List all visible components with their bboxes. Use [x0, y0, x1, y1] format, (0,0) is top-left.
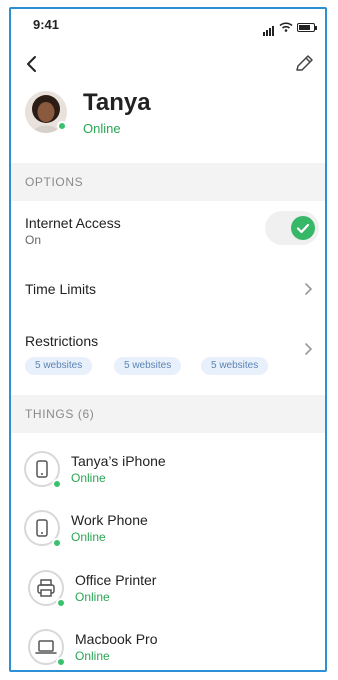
device-name: Macbook Pro	[75, 631, 158, 647]
time-limits-label: Time Limits	[25, 281, 97, 297]
profile-status: Online	[83, 121, 121, 136]
device-online-indicator	[56, 657, 66, 667]
device-online-indicator	[52, 479, 62, 489]
toggle-knob	[291, 216, 315, 240]
device-status: Online	[71, 471, 106, 485]
device-status: Online	[71, 530, 106, 544]
things-section-header: THINGS (6)	[11, 395, 325, 433]
device-status: Online	[75, 590, 110, 604]
battery-icon	[297, 22, 317, 32]
status-icons	[263, 18, 317, 36]
internet-access-toggle[interactable]	[265, 211, 319, 245]
device-name: Office Printer	[75, 572, 157, 588]
restriction-pill[interactable]: 5 websites	[201, 357, 269, 375]
device-row[interactable]: Tanya’s iPhone Online	[11, 445, 325, 501]
device-online-indicator	[52, 538, 62, 548]
chevron-right-icon	[305, 283, 313, 295]
phone-screen: 9:41 Tanya Online OPTIONS Internet Acces…	[9, 7, 327, 672]
pencil-icon	[296, 55, 313, 71]
device-row[interactable]: Office Printer Online	[11, 564, 325, 620]
internet-access-value: On	[25, 233, 42, 247]
options-header-label: OPTIONS	[25, 175, 84, 189]
signal-icon	[263, 18, 275, 36]
device-name: Tanya’s iPhone	[71, 453, 166, 469]
options-section-header: OPTIONS	[11, 163, 325, 201]
device-status: Online	[75, 649, 110, 663]
things-header-label: THINGS (6)	[25, 407, 95, 421]
status-bar: 9:41	[11, 9, 325, 37]
status-time: 9:41	[33, 17, 60, 32]
device-row[interactable]: Macbook Pro Online	[11, 623, 325, 670]
internet-access-label: Internet Access	[25, 215, 121, 231]
edit-button[interactable]	[293, 53, 315, 75]
chevron-right-icon	[305, 343, 313, 355]
device-row[interactable]: Work Phone Online	[11, 504, 325, 560]
wifi-icon	[279, 22, 293, 32]
online-indicator	[57, 121, 67, 131]
back-button[interactable]	[25, 55, 41, 75]
checkmark-icon	[296, 223, 310, 234]
chevron-left-icon	[27, 56, 36, 72]
device-name: Work Phone	[71, 512, 148, 528]
restrictions-label: Restrictions	[25, 333, 99, 349]
device-online-indicator	[56, 598, 66, 608]
restriction-pill[interactable]: 5 websites	[114, 357, 182, 375]
profile-name: Tanya	[83, 89, 151, 116]
restriction-pill[interactable]: 5 websites	[25, 357, 93, 375]
